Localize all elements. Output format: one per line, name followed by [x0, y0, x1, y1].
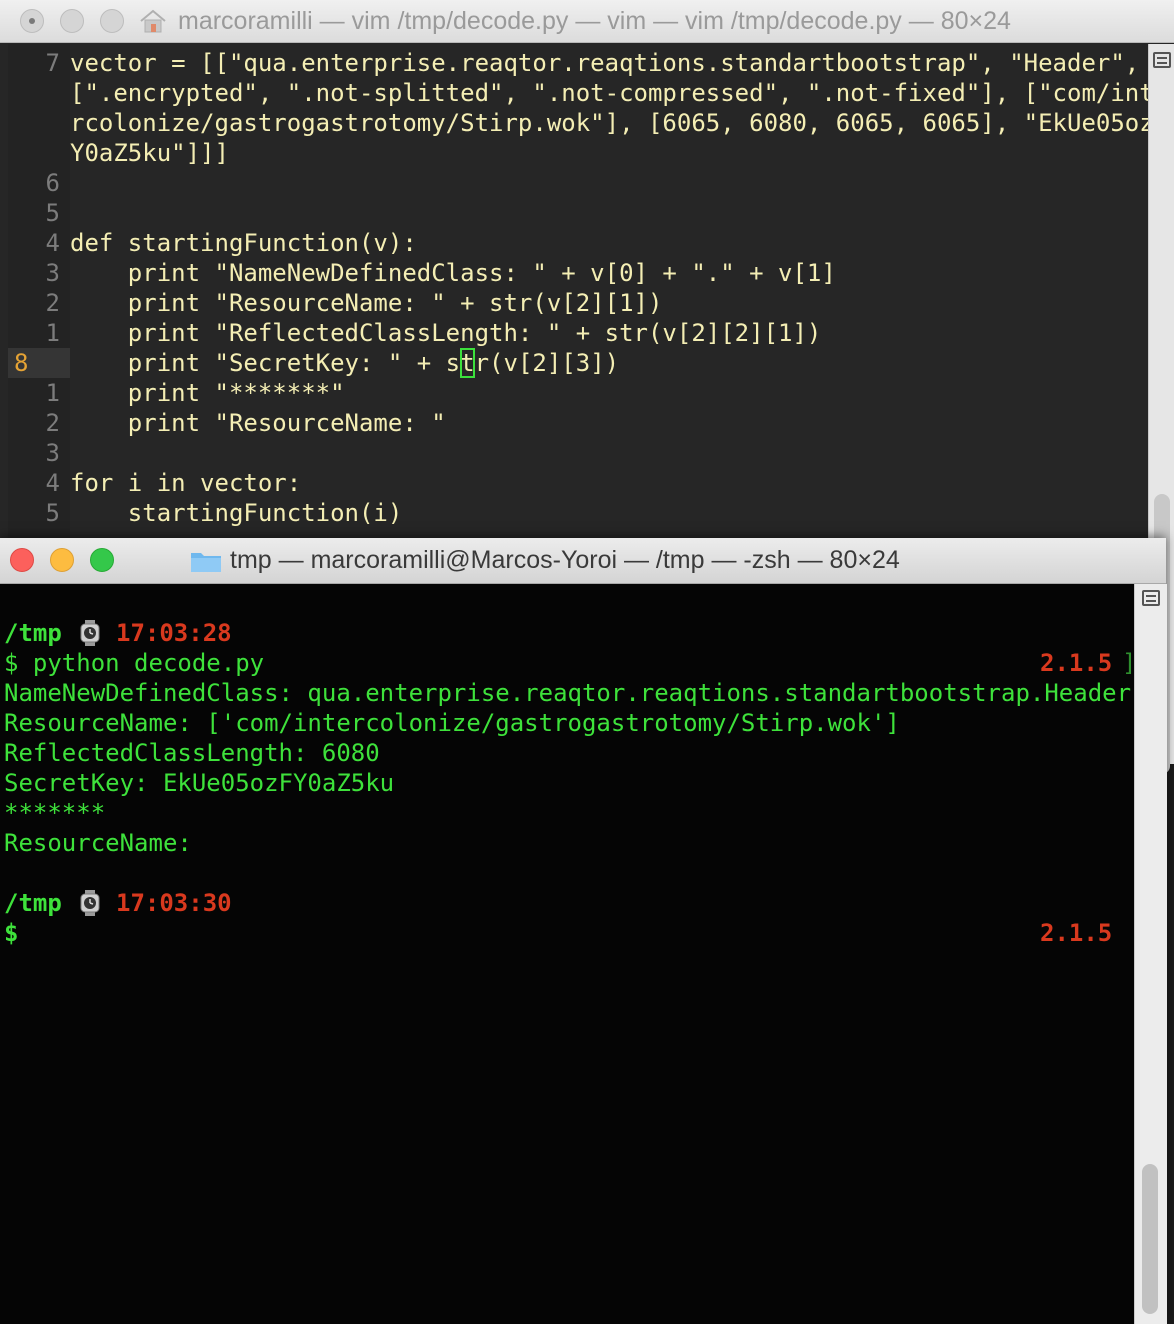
minimize-button[interactable] [50, 548, 74, 572]
vim-line: 3 [8, 438, 70, 468]
vim-line: 4 def startingFunction(v): [8, 228, 417, 258]
watch-icon [80, 620, 100, 646]
close-button[interactable] [10, 548, 34, 572]
line-number: 4 [45, 229, 60, 257]
code-text: print "ResourceName: " + str(v[2][1]) [70, 289, 663, 317]
version-label: 2.1.5 [1040, 919, 1113, 947]
output-line: SecretKey: EkUe05ozFY0aZ5ku [4, 769, 395, 797]
vim-line: 7 vector = [["qua.enterprise.reaqtor.reaq… [8, 48, 1169, 78]
code-text: print "NameNewDefinedClass: " + v[0] + "… [70, 259, 836, 287]
code-text: print "ReflectedClassLength: " + str(v[2… [70, 319, 822, 347]
vim-window-title: marcoramilli — vim /tmp/decode.py — vim … [178, 7, 1011, 35]
line-number: 2 [45, 409, 60, 437]
terminal-window-title: tmp — marcoramilli@Marcos-Yoroi — /tmp —… [230, 546, 900, 574]
version-label: 2.1.5 [1040, 649, 1113, 677]
code-text: Y0aZ5ku"]]] [70, 139, 229, 167]
scroll-menu-icon[interactable] [1142, 590, 1160, 606]
vim-line: 8 print "SecretKey: " + str(v[2][3]) [8, 348, 619, 378]
line-number: 1 [45, 319, 60, 347]
vim-line: 5 startingFunction(i) [8, 498, 403, 528]
vim-line: 3 print "NameNewDefinedClass: " + v[0] +… [8, 258, 836, 288]
line-number: 2 [45, 289, 60, 317]
vim-line: Y0aZ5ku"]]] [8, 138, 229, 168]
code-text: print "SecretKey: " + str(v[2][3]) [70, 348, 620, 378]
vim-line: 2 print "ResourceName: " + str(v[2][1]) [8, 288, 663, 318]
line-number: 7 [45, 49, 60, 77]
vim-line: 1 print "*******" [8, 378, 345, 408]
prompt-time: 17:03:30 [116, 889, 232, 917]
prompt-dir: /tmp [4, 619, 62, 647]
dirty-dot-icon [29, 18, 35, 24]
output-line: ReflectedClassLength: 6080 [4, 739, 380, 767]
command-line: $ python decode.py [4, 649, 265, 677]
code-text: rcolonize/gastrogastrotomy/Stirp.wok"], … [70, 109, 1169, 137]
line-number: 3 [45, 439, 60, 467]
terminal-scrollbar-panel[interactable] [1134, 584, 1167, 1324]
code-text: [".encrypted", ".not-splitted", ".not-co… [70, 79, 1169, 107]
vim-line: 2 print "ResourceName: " [8, 408, 446, 438]
output-line: ******* [4, 799, 106, 827]
prompt-dir: /tmp [4, 889, 62, 917]
vim-line: rcolonize/gastrogastrotomy/Stirp.wok"], … [8, 108, 1168, 138]
terminal-scroll-thumb[interactable] [1142, 1164, 1158, 1314]
line-number: 1 [45, 379, 60, 407]
code-text: def startingFunction(v): [70, 229, 417, 257]
zoom-button[interactable] [100, 9, 124, 33]
code-text: startingFunction(i) [70, 499, 403, 527]
output-line: ResourceName: ['com/intercolonize/gastro… [4, 709, 900, 737]
folder-icon [191, 553, 221, 572]
line-number: 4 [45, 469, 60, 497]
vim-line: [".encrypted", ".not-splitted", ".not-co… [8, 78, 1168, 108]
minimize-button[interactable] [60, 9, 84, 33]
scroll-menu-icon[interactable] [1153, 52, 1171, 68]
zoom-button[interactable] [90, 548, 114, 572]
command-line: $ [4, 919, 19, 947]
home-icon [140, 9, 166, 33]
code-text: for i in vector: [70, 469, 302, 497]
watch-icon [80, 890, 100, 916]
line-number: 5 [45, 499, 60, 527]
vim-titlebar[interactable]: marcoramilli — vim /tmp/decode.py — vim … [0, 0, 1174, 43]
output-line: NameNewDefinedClass: qua.enterprise.reaq… [4, 679, 1132, 707]
vim-line: 5 [8, 198, 70, 228]
close-button[interactable] [20, 9, 44, 33]
vim-editor[interactable]: 7 vector = [["qua.enterprise.reaqtor.reaq… [8, 44, 1168, 544]
vim-line: 4 for i in vector: [8, 468, 302, 498]
line-number: 3 [45, 259, 60, 287]
code-text: print "ResourceName: " [70, 409, 446, 437]
vim-line: 1 print "ReflectedClassLength: " + str(v… [8, 318, 822, 348]
code-text: print "*******" [70, 379, 345, 407]
line-number: 6 [45, 169, 60, 197]
terminal-titlebar[interactable]: tmp — marcoramilli@Marcos-Yoroi — /tmp —… [0, 538, 1166, 584]
output-line: ResourceName: [4, 829, 207, 857]
vim-window: marcoramilli — vim /tmp/decode.py — vim … [0, 0, 1174, 774]
line-number: 5 [45, 199, 60, 227]
terminal-content[interactable]: /tmp 17:03:28 $ python decode.py 2.1.5 ]… [0, 584, 1136, 1324]
line-number: 8 [14, 349, 29, 377]
terminal-window: tmp — marcoramilli@Marcos-Yoroi — /tmp —… [0, 538, 1167, 1324]
vim-line: 6 [8, 168, 70, 198]
text-cursor: t [460, 348, 475, 378]
code-text: vector = [["qua.enterprise.reaqtor.reaqt… [70, 49, 1169, 77]
prompt-time: 17:03:28 [116, 619, 232, 647]
